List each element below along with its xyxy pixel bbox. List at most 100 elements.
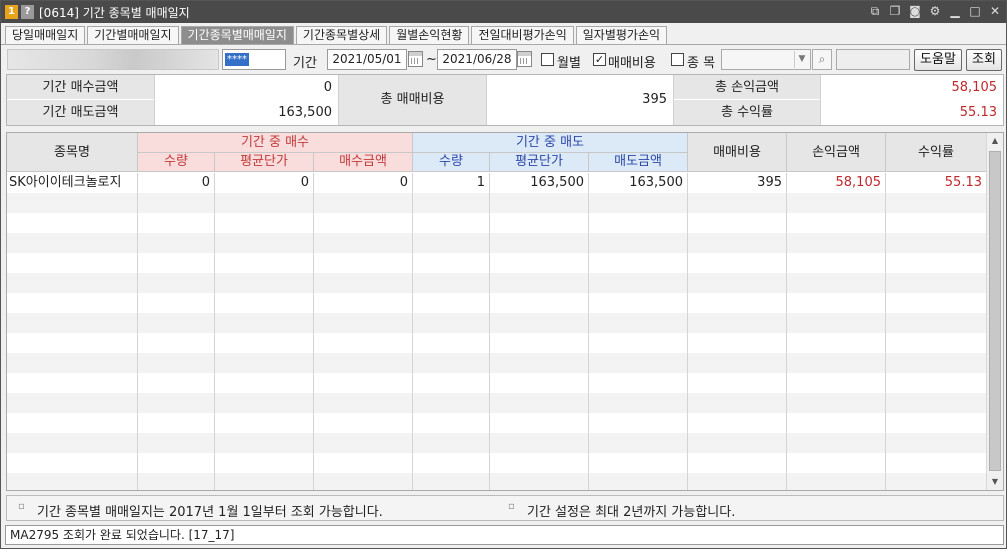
link-icon[interactable]: ⧉ [868,4,882,18]
empty-cell [688,453,787,473]
empty-cell [787,373,886,393]
tab-bar: 당일매매일지 기간별매매일지 기간종목별매매일지 기간종목별상세 월별손익현황 … [5,26,669,45]
account-select[interactable] [7,49,219,70]
tab-monthly-pnl[interactable]: 월별손익현황 [389,26,470,45]
summary-panel: 기간 매수금액 0 기간 매도금액 163,500 총 매매비용 395 총 손… [6,74,1004,126]
col-header-sell-amount[interactable]: 매도금액 [589,153,688,172]
query-button[interactable]: 조회 [966,49,1002,71]
password-field[interactable]: **** [222,49,286,70]
maximize-icon[interactable]: □ [968,4,982,18]
empty-cell [688,353,787,373]
empty-cell [886,193,987,213]
vertical-scrollbar[interactable]: ▲ ▼ [986,133,1003,490]
fee-checkbox[interactable]: ✓ [593,53,606,66]
col-header-sell-qty[interactable]: 수량 [413,153,490,172]
close-icon[interactable]: ✕ [988,4,1002,18]
sell-qty-cell: 1 [413,173,490,193]
note-bullet-icon: ▫ [508,501,515,512]
empty-cell [688,393,787,413]
stock-checkbox[interactable] [671,53,684,66]
chevron-down-icon[interactable]: ▼ [794,51,809,68]
empty-row [7,473,987,490]
help-badge[interactable]: ? [21,5,34,19]
empty-cell [490,193,589,213]
col-header-buy-qty[interactable]: 수량 [138,153,215,172]
stock-label: 종 목 [687,56,716,71]
date-from-field[interactable]: 2021/05/01 [327,49,407,70]
empty-cell [7,393,138,413]
col-header-pnl[interactable]: 손익금액 [787,133,886,172]
gear-icon[interactable]: ⚙ [928,4,942,18]
tab-daily-valuation[interactable]: 일자별평가손익 [575,26,668,45]
empty-cell [314,273,413,293]
empty-cell [886,473,987,490]
date-to-field[interactable]: 2021/06/28 [437,49,517,70]
empty-cell [886,453,987,473]
notice-bar: ▫ 기간 종목별 매매일지는 2017년 1월 1일부터 조회 가능합니다. ▫… [6,495,1004,521]
calendar-to-icon[interactable] [517,51,532,67]
empty-cell [589,433,688,453]
monthly-label: 월별 [557,56,581,71]
tab-period-stock-journal[interactable]: 기간종목별매매일지 [180,26,294,45]
empty-cell [688,333,787,353]
date-range-tilde: ~ [426,52,437,67]
col-header-fee[interactable]: 매매비용 [688,133,787,172]
col-header-name[interactable]: 종목명 [7,133,138,172]
minimize-icon[interactable]: ▁ [948,4,962,18]
empty-cell [7,213,138,233]
tab-prev-day-valuation[interactable]: 전일대비평가손익 [471,26,574,45]
empty-cell [215,213,314,233]
tab-period-stock-detail[interactable]: 기간종목별상세 [295,26,388,45]
empty-row [7,393,987,413]
buy-avg-cell: 0 [215,173,314,193]
empty-cell [138,193,215,213]
col-header-sell-avg[interactable]: 평균단가 [490,153,589,172]
camera-icon[interactable]: ◙ [908,4,922,18]
empty-cell [7,373,138,393]
empty-cell [589,413,688,433]
help-button[interactable]: 도움말 [914,49,962,71]
empty-row [7,433,987,453]
monthly-checkbox[interactable] [541,53,554,66]
empty-cell [314,373,413,393]
col-header-buy-avg[interactable]: 평균단가 [215,153,314,172]
empty-cell [589,473,688,490]
empty-cell [589,333,688,353]
empty-cell [215,453,314,473]
screen-number-badge[interactable]: 1 [5,5,18,19]
empty-cell [490,333,589,353]
total-fee-label: 총 매매비용 [338,75,486,125]
col-header-buy-amount[interactable]: 매수금액 [314,153,413,172]
empty-cell [215,293,314,313]
empty-cell [787,273,886,293]
scroll-up-icon[interactable]: ▲ [987,133,1003,149]
copy-icon[interactable]: ❐ [888,4,902,18]
empty-cell [215,373,314,393]
stock-code-combo[interactable]: ▼ [721,49,811,70]
empty-cell [138,453,215,473]
table-row[interactable]: SK아이이테크놀로지 0 0 0 1 163,500 163,500 395 5… [7,173,987,193]
stock-journal-grid[interactable]: 종목명 기간 중 매수 수량 평균단가 매수금액 기간 중 매도 수량 평균단가… [6,132,1004,491]
search-icon[interactable]: ⌕ [812,49,832,70]
empty-cell [688,293,787,313]
scroll-thumb[interactable] [989,151,1001,471]
window-title: [0614] 기간 종목별 매매일지 [39,6,190,20]
empty-cell [138,253,215,273]
col-group-buy: 기간 중 매수 [138,133,413,153]
col-header-return[interactable]: 수익률 [886,133,987,172]
empty-cell [138,213,215,233]
scroll-down-icon[interactable]: ▼ [987,474,1003,490]
empty-cell [490,433,589,453]
empty-cell [413,273,490,293]
empty-cell [138,353,215,373]
calendar-from-icon[interactable] [408,51,423,67]
tab-period-journal[interactable]: 기간별매매일지 [87,26,179,45]
stock-name-cell: SK아이이테크놀로지 [7,173,138,193]
empty-cell [490,473,589,490]
empty-cell [490,313,589,333]
empty-cell [490,413,589,433]
sell-avg-cell: 163,500 [490,173,589,193]
tab-daily-journal[interactable]: 당일매매일지 [5,26,86,45]
buy-amount-cell: 0 [314,173,413,193]
empty-row [7,293,987,313]
